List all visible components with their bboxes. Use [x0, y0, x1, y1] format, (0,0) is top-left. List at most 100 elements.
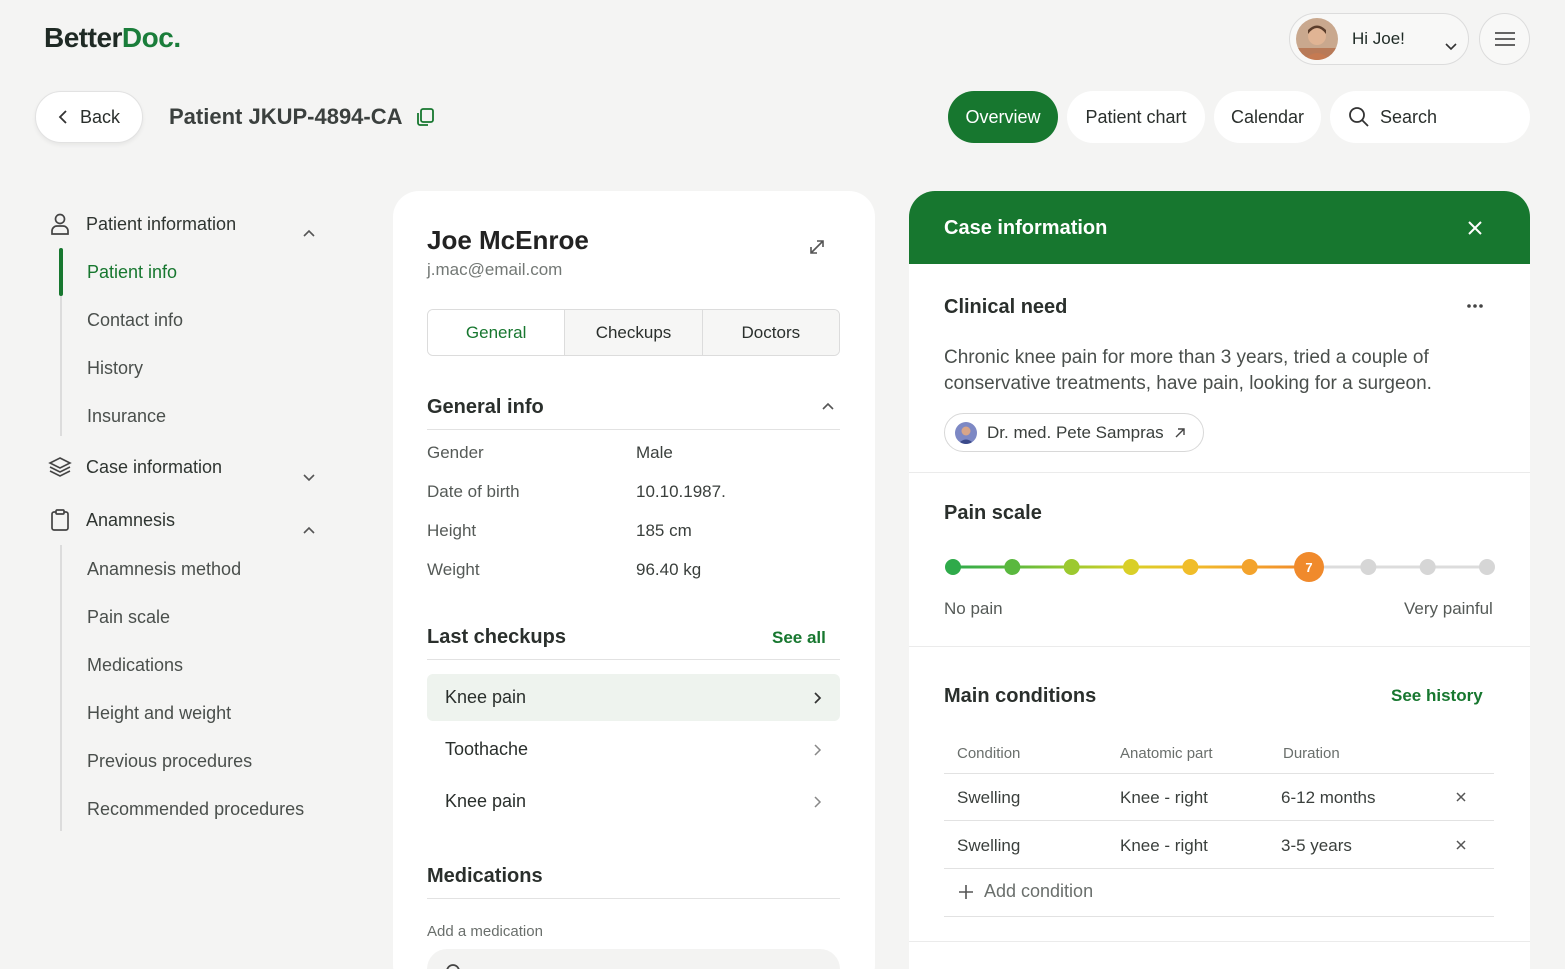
logo[interactable]: BetterDoc. — [44, 22, 181, 54]
search-icon — [1348, 106, 1370, 128]
sidebar-section-label: Case information — [86, 456, 223, 477]
pain-step — [1182, 559, 1199, 575]
clinical-need-text: Chronic knee pain for more than 3 years,… — [944, 347, 1432, 394]
divider — [427, 429, 840, 430]
checkup-label: Toothache — [445, 739, 529, 759]
search-button[interactable]: Search — [1330, 91, 1530, 143]
pain-step — [1479, 559, 1495, 575]
expand-icon[interactable] — [808, 238, 826, 256]
tab-overview[interactable]: Overview — [948, 91, 1058, 143]
condition-cell: Swelling — [957, 836, 1021, 855]
sidebar-item-contact-info[interactable]: Contact info — [87, 310, 183, 331]
sidebar-item-medications[interactable]: Medications — [87, 655, 183, 676]
add-medication-label: Add a medication — [427, 923, 543, 940]
see-all-link[interactable]: See all — [772, 628, 826, 648]
remove-condition-icon[interactable] — [1455, 791, 1467, 803]
tab-patient-chart[interactable]: Patient chart — [1067, 91, 1205, 143]
patient-tabs: General Checkups Doctors — [427, 309, 840, 356]
divider — [909, 472, 1530, 473]
patient-name: Joe McEnroe — [427, 225, 589, 255]
divider — [909, 646, 1530, 647]
see-history-link[interactable]: See history — [1391, 686, 1483, 706]
chevron-down-icon[interactable] — [302, 473, 316, 482]
pain-step — [1123, 559, 1139, 575]
anatomic-part-cell: Knee - right — [1120, 788, 1208, 807]
info-label-gender: Gender — [427, 443, 484, 462]
divider — [944, 916, 1494, 917]
sidebar-item-history[interactable]: History — [87, 358, 143, 379]
remove-condition-icon[interactable] — [1455, 839, 1467, 851]
external-link-icon — [1174, 427, 1186, 439]
checkup-label: Knee pain — [445, 791, 527, 811]
tab-general[interactable]: General — [428, 310, 565, 355]
case-panel-title: Case information — [944, 217, 1108, 239]
close-icon[interactable] — [1466, 219, 1484, 237]
search-label: Search — [1380, 106, 1438, 127]
info-label-dob: Date of birth — [427, 482, 520, 501]
pain-scale-title: Pain scale — [944, 502, 1042, 524]
duration-cell: 3-5 years — [1281, 836, 1352, 855]
sidebar-section-anamnesis[interactable]: Anamnesis — [48, 508, 175, 532]
divider — [944, 820, 1494, 821]
info-value-height: 185 cm — [636, 521, 692, 540]
user-menu-button[interactable]: Hi Joe! — [1289, 13, 1469, 65]
copy-icon[interactable] — [415, 107, 435, 127]
main-conditions-title: Main conditions — [944, 685, 1097, 707]
pain-step — [1241, 559, 1258, 575]
chevron-up-icon[interactable] — [302, 229, 316, 238]
sidebar-section-patient-information[interactable]: Patient information — [48, 212, 236, 236]
add-condition-button[interactable]: Add condition — [958, 881, 1093, 902]
column-header-condition: Condition — [957, 745, 1021, 762]
add-condition-label: Add condition — [984, 881, 1094, 901]
divider — [944, 868, 1494, 869]
checkup-row[interactable]: Toothache — [427, 726, 840, 773]
sidebar-item-pain-scale[interactable]: Pain scale — [87, 607, 170, 628]
tab-checkups[interactable]: Checkups — [564, 310, 702, 355]
sidebar-tree-line — [60, 545, 62, 831]
general-info-title: General info — [427, 396, 544, 418]
chevron-right-icon — [813, 743, 822, 757]
sidebar-section-label: Patient information — [86, 213, 237, 234]
pain-value-label: 7 — [1305, 560, 1312, 575]
logo-text: Better — [44, 22, 122, 53]
logo-text-accent: Doc — [121, 22, 174, 53]
back-button[interactable]: Back — [35, 91, 143, 143]
pain-step — [1063, 559, 1080, 575]
clipboard-icon — [48, 508, 72, 532]
duration-cell: 6-12 months — [1281, 788, 1376, 807]
sidebar-item-previous-procedures[interactable]: Previous procedures — [87, 751, 252, 772]
condition-cell: Swelling — [957, 788, 1021, 807]
divider — [427, 898, 840, 899]
plus-icon — [958, 884, 974, 900]
sidebar-item-anamnesis-method[interactable]: Anamnesis method — [87, 559, 241, 580]
chevron-left-icon — [58, 109, 68, 125]
pain-step — [945, 559, 961, 575]
medication-search-input[interactable] — [427, 949, 840, 969]
info-value-dob: 10.10.1987. — [636, 482, 726, 501]
column-header-anatomic-part: Anatomic part — [1120, 745, 1213, 762]
chevron-up-icon[interactable] — [821, 402, 835, 411]
pain-scale-slider[interactable]: 7 — [940, 548, 1500, 588]
user-greeting: Hi Joe! — [1352, 29, 1405, 48]
tab-doctors[interactable]: Doctors — [701, 310, 839, 355]
user-avatar — [1296, 18, 1338, 60]
checkup-row[interactable]: Knee pain — [427, 674, 840, 721]
doctor-link-chip[interactable]: Dr. med. Pete Sampras — [944, 413, 1204, 452]
sidebar-item-insurance[interactable]: Insurance — [87, 406, 166, 427]
pain-step — [1360, 559, 1377, 575]
sidebar-section-case-information[interactable]: Case information — [48, 455, 222, 479]
sidebar-item-patient-info[interactable]: Patient info — [87, 262, 177, 283]
hamburger-menu-button[interactable] — [1479, 13, 1530, 65]
sidebar-item-recommended-procedures[interactable]: Recommended procedures — [87, 799, 304, 820]
more-options-icon[interactable] — [1466, 303, 1484, 309]
tab-calendar[interactable]: Calendar — [1214, 91, 1321, 143]
chevron-right-icon — [813, 795, 822, 809]
checkup-row[interactable]: Knee pain — [427, 778, 840, 825]
info-value-weight: 96.40 kg — [636, 560, 702, 579]
patient-card — [393, 191, 875, 969]
page-title: Patient JKUP-4894-CA — [169, 104, 435, 130]
sidebar-active-indicator — [59, 248, 63, 296]
chevron-up-icon[interactable] — [302, 526, 316, 535]
sidebar-item-height-weight[interactable]: Height and weight — [87, 703, 231, 724]
last-checkups-title: Last checkups — [427, 626, 566, 648]
